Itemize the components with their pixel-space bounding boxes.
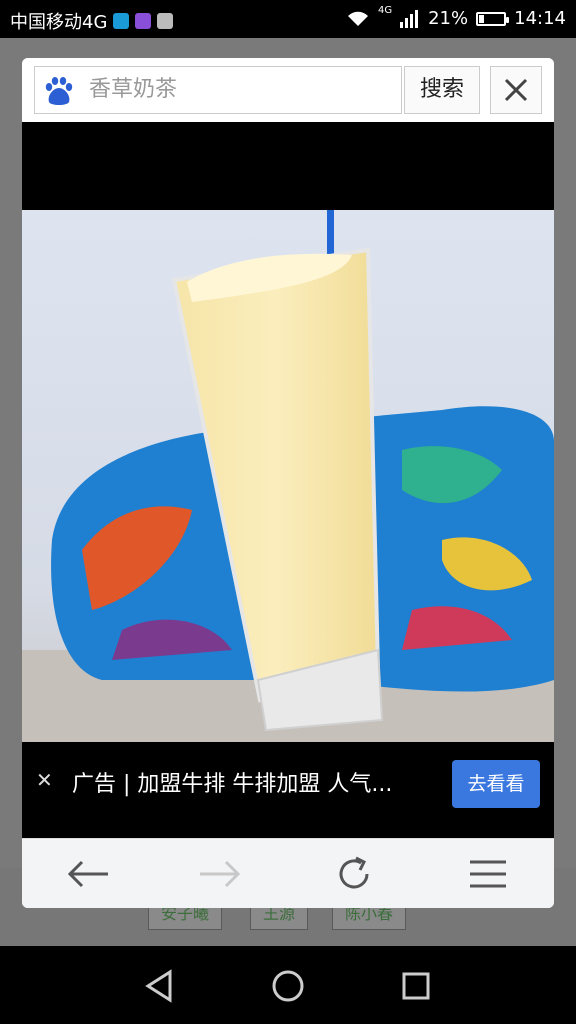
menu-icon (470, 860, 506, 888)
gallery-app-icon (135, 13, 152, 29)
ad-cta-button[interactable]: 去看看 (452, 760, 540, 808)
search-bar: 香草奶茶 搜索 (22, 58, 554, 123)
refresh-icon (339, 856, 369, 889)
search-box[interactable]: 香草奶茶 (34, 66, 402, 114)
ad-close-icon[interactable]: ✕ (36, 768, 53, 792)
carrier-label: 中国移动4G (10, 12, 108, 33)
battery-icon (476, 11, 510, 26)
message-app-icon (113, 13, 130, 29)
refresh-button[interactable] (326, 851, 382, 897)
close-icon (504, 78, 528, 102)
search-input[interactable]: 香草奶茶 (89, 67, 177, 113)
ad-text[interactable]: 广告 | 加盟牛排 牛排加盟 人气... (72, 766, 422, 798)
search-button[interactable]: 搜索 (404, 66, 480, 114)
system-navigation-bar (0, 946, 576, 1024)
image-viewer-card: 香草奶茶 搜索 ✕ 广告 | 加盟牛排 牛排加盟 人气... 去看看 (22, 58, 554, 908)
wifi-icon (347, 11, 368, 26)
close-button[interactable] (490, 66, 542, 114)
font-app-icon (157, 13, 174, 29)
system-recents-icon[interactable] (396, 966, 436, 1006)
arrow-right-icon (200, 860, 241, 888)
network-type-label: 4G (377, 5, 393, 16)
menu-button[interactable] (460, 851, 516, 897)
system-home-icon[interactable] (268, 966, 308, 1006)
system-back-icon[interactable] (140, 966, 180, 1006)
photo-viewer[interactable] (22, 122, 554, 742)
ad-banner: ✕ 广告 | 加盟牛排 牛排加盟 人气... 去看看 (22, 742, 554, 838)
battery-percent: 21% (428, 8, 469, 29)
clock: 14:14 (514, 8, 566, 29)
photo-illustration (22, 210, 554, 742)
signal-icon (400, 9, 419, 28)
forward-button[interactable] (192, 851, 248, 897)
smoothie-photo (22, 210, 554, 742)
arrow-left-icon (67, 860, 108, 888)
browser-toolbar (22, 838, 554, 908)
baidu-logo-icon (45, 77, 73, 105)
back-button[interactable] (60, 851, 116, 897)
status-bar: 中国移动4G 4G 21% 14:14 (0, 0, 576, 38)
